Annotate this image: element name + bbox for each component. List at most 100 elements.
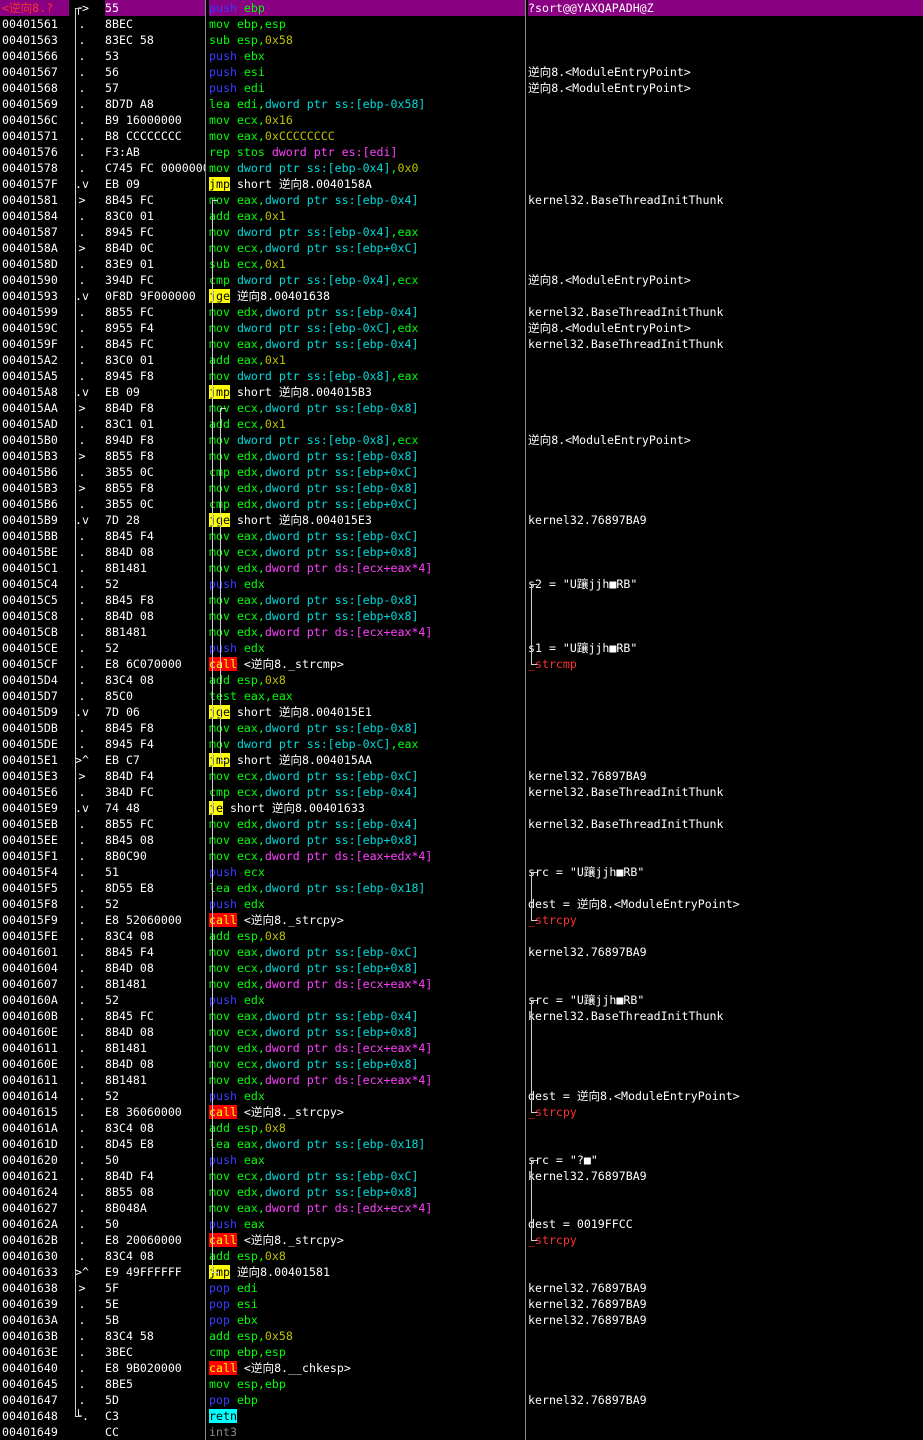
disasm-row[interactable]: 004015E1>^EB C7jmp short 逆向8.004015AA [0, 752, 923, 768]
disasm-row[interactable]: 00401581 >8B45 FC mov eax,dword ptr ss:[eb… [0, 192, 923, 208]
operands: eax,dword ptr ss:[ebp-0x4] [236, 193, 419, 207]
disasm-row[interactable]: 00401607. 8B1481 mov edx,dword ptr ds:[ecx… [0, 976, 923, 992]
operands: esi [236, 1297, 258, 1311]
disasm-row[interactable]: 00401576. F3:AB rep stos dword ptr es:[edi… [0, 144, 923, 160]
disasm-row[interactable]: 004015F1. 8B0C90 mov ecx,dword ptr ds:[eax… [0, 848, 923, 864]
hex-bytes-cell: 8BEC [105, 17, 133, 31]
disasm-row[interactable]: 0040158D. 83E9 01 sub ecx,0x1 [0, 256, 923, 272]
disasm-row[interactable]: 004015C1.8B1481mov edx,dword ptr ds:[ecx… [0, 560, 923, 576]
address-cell: <逆向8.? [0, 0, 69, 16]
disasm-row[interactable]: 004015BE.8B4D 08mov ecx,dword ptr ss:[eb… [0, 544, 923, 560]
disasm-row[interactable]: 004015B0.894D F8mov dword ptr ss:[ebp-0x… [0, 432, 923, 448]
disasm-row[interactable]: 00401590. 394D FC cmp dword ptr ss:[ebp-0x… [0, 272, 923, 288]
disasm-row[interactable]: 004015B6.3B55 0Ccmp edx,dword ptr ss:[eb… [0, 496, 923, 512]
disasm-row[interactable]: 00401627. 8B048A mov eax,dword ptr ds:[edx… [0, 1200, 923, 1216]
disasm-row[interactable]: 004015AA>8B4D F8mov ecx,dword ptr ss:[eb… [0, 400, 923, 416]
disasm-row[interactable]: 0040161A. 83C4 08 add esp,0x8 [0, 1120, 923, 1136]
disasm-row[interactable]: 0040162A. 50 push eax dest = 0019FFCC [0, 1216, 923, 1232]
disasm-row[interactable]: 00401611. 8B1481 mov edx,dword ptr ds:[ecx… [0, 1072, 923, 1088]
disasm-row[interactable]: 004015DB.8B45 F8mov eax,dword ptr ss:[eb… [0, 720, 923, 736]
disasm-row[interactable]: 00401599. 8B55 FC mov edx,dword ptr ss:[eb… [0, 304, 923, 320]
disasm-row[interactable]: 00401593 .v 0F8D 9F000000 jge 逆向8.00401638 [0, 288, 923, 304]
disasm-row[interactable]: 004015C8.8B4D 08mov ecx,dword ptr ss:[eb… [0, 608, 923, 624]
disasm-row[interactable]: 004015A2. 83C0 01 add eax,0x1 [0, 352, 923, 368]
disasm-row[interactable]: 0040163B. 83C4 58 add esp,0x58 [0, 1328, 923, 1344]
disasm-row[interactable]: 004015E9 .v 74 48 je short 逆向8.00401633 [0, 800, 923, 816]
disasm-row[interactable]: 004015A5. 8945 F8 mov dword ptr ss:[ebp-0x… [0, 368, 923, 384]
disasm-row[interactable]: 004015B3>8B55 F8mov edx,dword ptr ss:[eb… [0, 448, 923, 464]
disasm-row[interactable]: 004015C4. 52 push edx s2 = "U躟jjh■RB" [0, 576, 923, 592]
disasm-row[interactable]: 00401621. 8B4D F4 mov ecx,dword ptr ss:[eb… [0, 1168, 923, 1184]
disasm-row[interactable]: 00401640. E8 9B020000 call <逆向8.__chkesp> [0, 1360, 923, 1376]
disasm-row[interactable]: <逆向8.? ┌> 55 push ebp ?sort@@YAXQAPADH@Z [0, 0, 923, 16]
instruction-cell: jge 逆向8.00401638 [209, 288, 525, 304]
disasm-row[interactable]: 00401648 └. C3 retn [0, 1408, 923, 1424]
disasm-row[interactable]: 004015EE. 8B45 08 mov eax,dword ptr ss:[eb… [0, 832, 923, 848]
disasm-row[interactable]: 00401566. 53 push ebx [0, 48, 923, 64]
hex-bytes-cell: 8D55 E8 [105, 881, 154, 895]
disasm-row[interactable]: 00401630. 83C4 08 add esp,0x8 [0, 1248, 923, 1264]
disasm-row[interactable]: 00401638 >5F pop edi kernel32.76897BA9 [0, 1280, 923, 1296]
disasm-row[interactable]: 004015E3 >8B4D F4 mov ecx,dword ptr ss:[eb… [0, 768, 923, 784]
instruction-cell: mov ecx,0x16 [209, 112, 525, 128]
disasm-row[interactable]: 0040163A. 5B pop ebx kernel32.76897BA9 [0, 1312, 923, 1328]
disasm-row[interactable]: 00401567. 56 push esi 逆向8.<ModuleEntryPoint… [0, 64, 923, 80]
comment-cell: kernel32.76897BA9 [528, 945, 647, 959]
disasm-row[interactable]: 0040159F. 8B45 FC mov eax,dword ptr ss:[eb… [0, 336, 923, 352]
disasm-row[interactable]: 004015F8. 52 push edx dest = 逆向8.<ModuleEnt… [0, 896, 923, 912]
disasm-row[interactable]: 004015A8 .v EB 09 jmp short 逆向8.004015B3 [0, 384, 923, 400]
disasm-row[interactable]: 00401639. 5E pop esi kernel32.76897BA9 [0, 1296, 923, 1312]
disasm-row[interactable]: 004015D4.83C4 08add esp,0x8 [0, 672, 923, 688]
disasm-row[interactable]: 004015C5.8B45 F8mov eax,dword ptr ss:[eb… [0, 592, 923, 608]
disasm-row[interactable]: 004015F5. 8D55 E8 lea edx,dword ptr ss:[eb… [0, 880, 923, 896]
disasm-row[interactable]: 0040163E. 3BEC cmp ebp,esp [0, 1344, 923, 1360]
disasm-row[interactable]: 0040162B. E8 20060000 call <逆向8._strcpy> _s… [0, 1232, 923, 1248]
disasm-row[interactable]: 004015E6. 3B4D FC cmp ecx,dword ptr ss:[eb… [0, 784, 923, 800]
disasm-row[interactable]: 004015B6.3B55 0Ccmp edx,dword ptr ss:[eb… [0, 464, 923, 480]
disasm-row[interactable]: 00401645. 8BE5 mov esp,ebp [0, 1376, 923, 1392]
disasm-row[interactable]: 0040160E. 8B4D 08 mov ecx,dword ptr ss:[eb… [0, 1056, 923, 1072]
instruction-cell: call <逆向8._strcpy> [209, 912, 525, 928]
disasm-row[interactable]: 004015D9.v7D 06jge short 逆向8.004015E1 [0, 704, 923, 720]
disasm-row[interactable]: 00401649 CC int3 [0, 1424, 923, 1440]
disasm-row[interactable]: 0040161D. 8D45 E8 lea eax,dword ptr ss:[eb… [0, 1136, 923, 1152]
disasm-row[interactable]: 004015CB.8B1481mov edx,dword ptr ds:[ecx… [0, 624, 923, 640]
disasm-row[interactable]: 0040157F .v EB 09 jmp short 逆向8.0040158A [0, 176, 923, 192]
disasm-row[interactable]: 004015EB. 8B55 FC mov edx,dword ptr ss:[eb… [0, 816, 923, 832]
disasm-row[interactable]: 004015F4. 51 push ecx src = "U躟jjh■RB" [0, 864, 923, 880]
disasm-row[interactable]: 00401569. 8D7D A8 lea edi,dword ptr ss:[eb… [0, 96, 923, 112]
disasm-row[interactable]: 004015AD.83C1 01add ecx,0x1 [0, 416, 923, 432]
disasm-row[interactable]: 0040156C. B9 16000000 mov ecx,0x16 [0, 112, 923, 128]
operands: short 逆向8.004015E3 [236, 513, 372, 527]
disasm-row[interactable]: 00401571. B8 CCCCCCCC mov eax,0xCCCCCCCC [0, 128, 923, 144]
disasm-row[interactable]: 0040160E. 8B4D 08 mov ecx,dword ptr ss:[eb… [0, 1024, 923, 1040]
disasm-row[interactable]: 00401587. 8945 FC mov dword ptr ss:[ebp-0x… [0, 224, 923, 240]
disasm-row[interactable]: 00401611. 8B1481 mov edx,dword ptr ds:[ecx… [0, 1040, 923, 1056]
disasm-row[interactable]: 00401601. 8B45 F4 mov eax,dword ptr ss:[eb… [0, 944, 923, 960]
disasm-row[interactable]: 004015BB.8B45 F4mov eax,dword ptr ss:[eb… [0, 528, 923, 544]
disasm-row[interactable]: 00401584. 83C0 01 add eax,0x1 [0, 208, 923, 224]
disasm-row[interactable]: 00401614. 52 push edx dest = 逆向8.<ModuleEnt… [0, 1088, 923, 1104]
disasm-row[interactable]: 00401633 >^ E9 49FFFFFF jmp 逆向8.00401581 [0, 1264, 923, 1280]
disasm-row[interactable]: 0040160A. 52 push edx src = "U躟jjh■RB" [0, 992, 923, 1008]
disasm-row[interactable]: 004015FE. 83C4 08 add esp,0x8 [0, 928, 923, 944]
disasm-row[interactable]: 004015B3>8B55 F8mov edx,dword ptr ss:[eb… [0, 480, 923, 496]
disasm-row[interactable]: 00401578.C745 FC 00000000mov dword ptr s… [0, 160, 923, 176]
disasm-row[interactable]: 004015DE.8945 F4mov dword ptr ss:[ebp-0x… [0, 736, 923, 752]
disasm-row[interactable]: 00401561. 8BEC mov ebp,esp [0, 16, 923, 32]
disasm-row[interactable]: 004015F9. E8 52060000 call <逆向8._strcpy> _s… [0, 912, 923, 928]
disasm-row[interactable]: 00401563. 83EC 58 sub esp,0x58 [0, 32, 923, 48]
disasm-row[interactable]: 00401647. 5D pop ebp kernel32.76897BA9 [0, 1392, 923, 1408]
disasm-row[interactable]: 004015B9.v7D 28jge short 逆向8.004015E3ker… [0, 512, 923, 528]
disasm-row[interactable]: 00401568. 57 push edi 逆向8.<ModuleEntryPoint… [0, 80, 923, 96]
disasm-row[interactable]: 0040160B. 8B45 FC mov eax,dword ptr ss:[eb… [0, 1008, 923, 1024]
disasm-row[interactable]: 00401604. 8B4D 08 mov ecx,dword ptr ss:[eb… [0, 960, 923, 976]
disasm-row[interactable]: 00401624. 8B55 08 mov edx,dword ptr ss:[eb… [0, 1184, 923, 1200]
disasm-row[interactable]: 00401620. 50 push eax src = "?■" [0, 1152, 923, 1168]
disasm-row[interactable]: 0040158A >8B4D 0C mov ecx,dword ptr ss:[eb… [0, 240, 923, 256]
disasm-row[interactable]: 00401615. E8 36060000 call <逆向8._strcpy> _s… [0, 1104, 923, 1120]
disasm-row[interactable]: 004015D7. 85C0 test eax,eax [0, 688, 923, 704]
disasm-row[interactable]: 0040159C. 8955 F4 mov dword ptr ss:[ebp-0x… [0, 320, 923, 336]
disasm-row[interactable]: 004015CF. E8 6C070000 call <逆向8._strcmp> _s… [0, 656, 923, 672]
disasm-row[interactable]: 004015CE. 52 push edx s1 = "U躟jjh■RB" [0, 640, 923, 656]
